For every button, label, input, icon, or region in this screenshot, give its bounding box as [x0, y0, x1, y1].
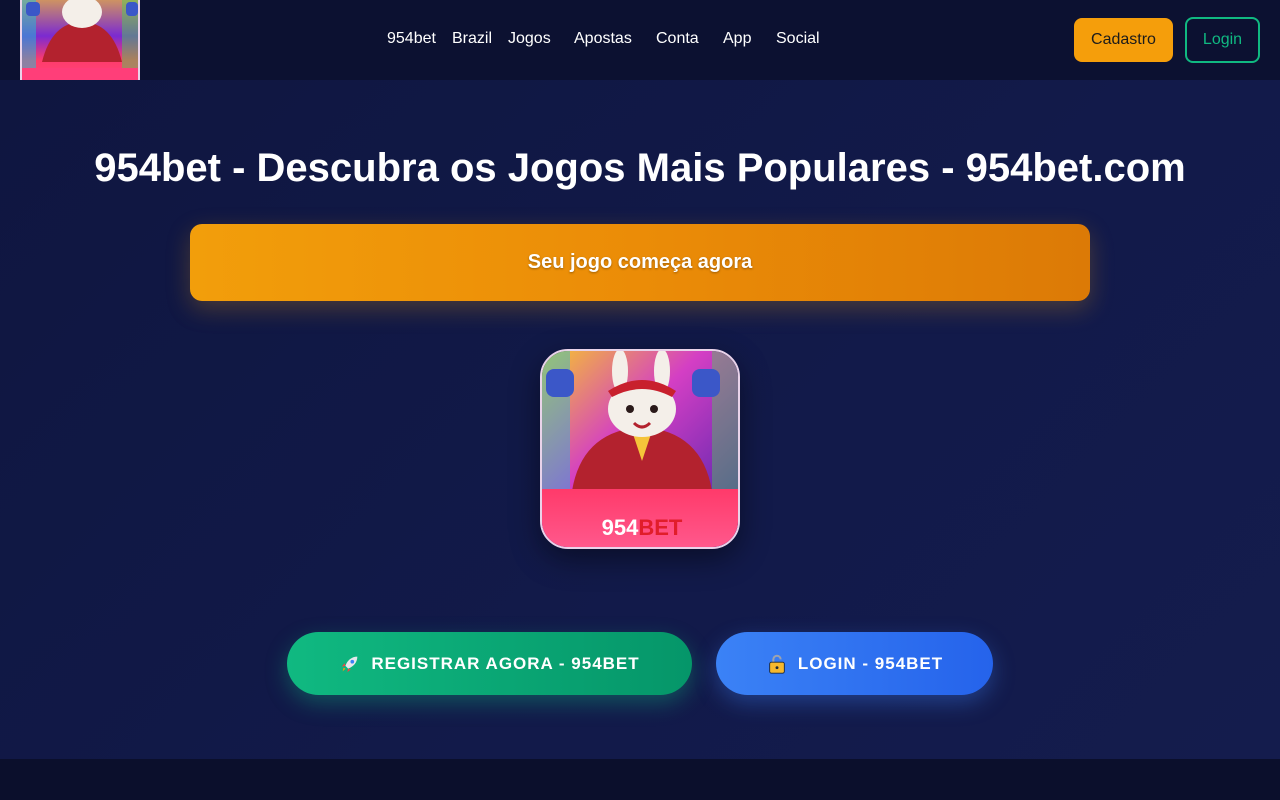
register-now-label: REGISTRAR AGORA - 954BET — [371, 653, 640, 673]
nav-item-social[interactable]: Social — [776, 30, 820, 48]
nav-item-apostas[interactable]: Apostas — [574, 30, 632, 48]
nav-item-app[interactable]: App — [723, 30, 751, 48]
site-header: 954BET 954bet Brazil Jogos Apostas Conta… — [0, 0, 1280, 100]
rocket-icon — [339, 653, 361, 675]
rabbit-mascot-image: 954BET — [542, 351, 738, 547]
nav-item-954bet[interactable]: 954bet — [387, 30, 436, 48]
nav-item-jogos[interactable]: Jogos — [508, 30, 551, 48]
login-now-button[interactable]: LOGIN - 954BET — [716, 632, 993, 695]
page-title: 954bet - Descubra os Jogos Mais Populare… — [94, 146, 1186, 190]
nav-item-brazil[interactable]: Brazil — [452, 30, 492, 48]
site-footer — [0, 759, 1280, 800]
login-now-label: LOGIN - 954BET — [797, 653, 944, 673]
login-button[interactable]: Login — [1185, 17, 1260, 63]
promo-banner[interactable]: Seu jogo começa agora — [190, 224, 1090, 301]
main-section: 954bet - Descubra os Jogos Mais Populare… — [0, 80, 1280, 759]
promo-banner-text: Seu jogo começa agora — [527, 251, 753, 273]
hero-game-image: 954BET — [540, 349, 740, 549]
register-button[interactable]: Cadastro — [1074, 18, 1173, 62]
nav-item-conta[interactable]: Conta — [656, 30, 699, 48]
svg-text:954BET: 954BET — [602, 515, 683, 540]
register-now-button[interactable]: REGISTRAR AGORA - 954BET — [287, 632, 692, 695]
lock-icon — [766, 653, 788, 675]
